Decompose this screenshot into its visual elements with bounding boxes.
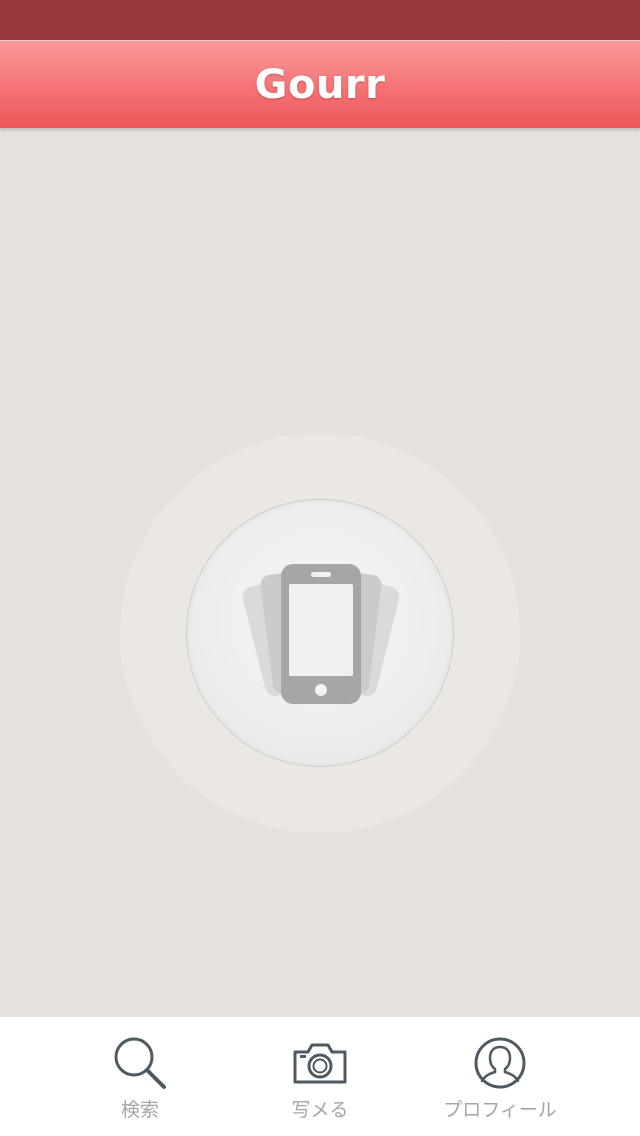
- navigation-bar: Gourr: [0, 40, 640, 128]
- shake-button[interactable]: [186, 499, 454, 767]
- tab-search-label: 検索: [120, 1099, 159, 1121]
- profile-icon: [472, 1035, 528, 1091]
- tab-camera[interactable]: 写メる: [220, 1017, 420, 1136]
- app-title: Gourr: [254, 61, 386, 108]
- camera-icon: [292, 1035, 348, 1091]
- shake-phones-icon: [242, 564, 400, 704]
- tab-bar: 検索 写メる プロフィール: [0, 1016, 640, 1136]
- tab-profile[interactable]: プロフィール: [400, 1017, 600, 1136]
- app-screen: Gourr 検索 写メる プロフィール: [0, 0, 640, 1136]
- search-icon: [112, 1035, 168, 1091]
- tab-search[interactable]: 検索: [40, 1017, 240, 1136]
- tab-camera-label: 写メる: [291, 1099, 349, 1121]
- status-bar: [0, 0, 640, 40]
- tab-profile-label: プロフィール: [443, 1099, 557, 1121]
- main-content: [0, 128, 640, 1016]
